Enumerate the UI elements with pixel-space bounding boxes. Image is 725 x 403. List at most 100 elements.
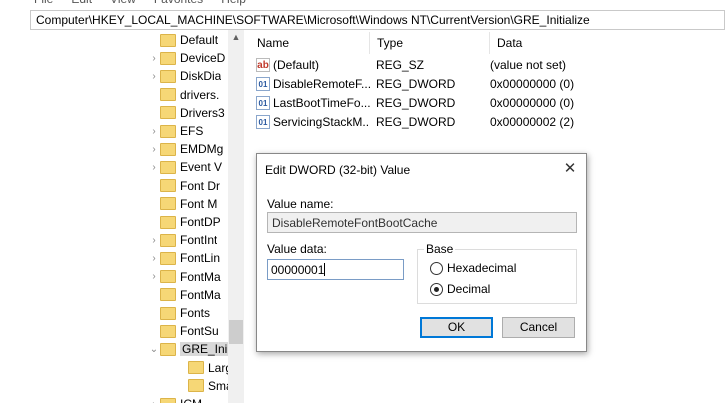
tree-item-label: Font Dr	[180, 178, 221, 193]
folder-icon	[160, 324, 176, 338]
registry-tree: Default › DeviceD › DiskDia drivers. Drivers3 ›…	[30, 30, 244, 403]
value-name-text: LastBootTimeFo...	[273, 95, 370, 110]
base-group-label: Base	[424, 242, 456, 256]
folder-icon	[160, 142, 176, 156]
folder-icon	[160, 51, 176, 65]
scroll-thumb[interactable]	[229, 320, 243, 344]
dword-value-icon: 01	[256, 114, 270, 129]
value-type-cell: REG_DWORD	[376, 76, 456, 91]
folder-icon	[160, 69, 176, 83]
value-name-text: (Default)	[273, 57, 320, 72]
column-header-type[interactable]: Type	[370, 32, 490, 54]
ok-button[interactable]: OK	[420, 317, 493, 338]
folder-icon	[160, 33, 176, 47]
column-header-name[interactable]: Name	[250, 32, 370, 54]
value-data-cell: 0x00000000 (0)	[490, 95, 575, 110]
dword-value-icon: 01	[256, 76, 270, 91]
value-name-text: ServicingStackM...	[273, 114, 370, 129]
folder-icon	[160, 215, 176, 229]
value-data-cell: 0x00000002 (2)	[490, 114, 575, 129]
address-bar[interactable]: Computer\HKEY_LOCAL_MACHINE\SOFTWARE\Mic…	[30, 10, 725, 30]
value-type-cell: REG_DWORD	[376, 95, 456, 110]
tree-item-label: FontInt	[180, 233, 218, 248]
value-data-input[interactable]: 00000001	[267, 259, 404, 280]
radio-decimal-label: Decimal	[447, 282, 491, 296]
folder-icon	[160, 233, 176, 247]
expand-chevron-icon[interactable]: ›	[148, 399, 160, 403]
radio-decimal-circle[interactable]	[430, 282, 443, 296]
value-data-cell: 0x00000000 (0)	[490, 76, 575, 91]
tree-item-label: GRE_Ini	[180, 342, 230, 357]
radio-decimal[interactable]: Decimal	[430, 282, 490, 296]
tree-item-label: EMDMg	[180, 142, 224, 157]
dword-value-icon: 01	[256, 95, 270, 110]
tree-item-label: EFS	[180, 124, 204, 138]
dialog-title: Edit DWORD (32-bit) Value	[265, 163, 411, 177]
value-name-label: Value name:	[267, 197, 334, 211]
list-item[interactable]: 01 ServicingStackM... REG_DWORD 0x00000002 …	[250, 112, 725, 131]
folder-icon	[160, 251, 176, 265]
value-type-cell: REG_SZ	[376, 57, 425, 72]
folder-icon	[160, 88, 176, 102]
expand-chevron-icon[interactable]: ⌄	[148, 344, 160, 355]
tree-item-label: FontSu	[180, 324, 219, 339]
list-header: Name Type Data	[250, 32, 725, 54]
menu-file[interactable]: File	[34, 0, 53, 8]
tree-item-label: FontMa	[180, 287, 221, 302]
folder-icon	[160, 124, 176, 138]
folder-icon	[160, 179, 176, 193]
menu-edit[interactable]: Edit	[71, 0, 92, 8]
value-type-cell: REG_DWORD	[376, 114, 456, 129]
expand-chevron-icon[interactable]: ›	[148, 235, 160, 246]
edit-dword-dialog: Edit DWORD (32-bit) Value ✕ Value name: …	[256, 153, 587, 352]
expand-chevron-icon[interactable]: ›	[148, 271, 160, 282]
value-name-cell: ab (Default)	[250, 57, 370, 72]
folder-icon	[160, 342, 176, 356]
value-name-cell: 01 ServicingStackM...	[250, 114, 370, 129]
tree-item-label: Drivers3	[180, 105, 225, 120]
folder-icon	[188, 379, 204, 393]
folder-icon	[160, 270, 176, 284]
folder-icon	[160, 106, 176, 120]
column-header-data[interactable]: Data	[490, 32, 725, 54]
value-name-cell: 01 LastBootTimeFo...	[250, 95, 370, 110]
radio-hexadecimal-circle[interactable]	[430, 261, 443, 275]
tree-item-label: Fonts	[180, 306, 211, 320]
folder-icon	[160, 306, 176, 320]
radio-hexadecimal[interactable]: Hexadecimal	[430, 261, 516, 275]
base-group: Base Hexadecimal Decimal	[417, 242, 577, 304]
text-caret	[324, 263, 326, 276]
list-item[interactable]: 01 DisableRemoteF... REG_DWORD 0x00000000 (…	[250, 74, 725, 93]
list-item[interactable]: ab (Default) REG_SZ (value not set)	[250, 55, 725, 74]
tree-item-label: DiskDia	[180, 69, 222, 84]
expand-chevron-icon[interactable]: ›	[148, 71, 160, 82]
tree-item-label: FontLin	[180, 251, 221, 266]
value-name-cell: 01 DisableRemoteF...	[250, 76, 370, 91]
menu-bar: File Edit View Favorites Help	[0, 0, 725, 8]
tree-item-label: Font M	[180, 196, 218, 211]
menu-favorites[interactable]: Favorites	[154, 0, 203, 8]
value-data-text: 00000001	[271, 263, 325, 277]
radio-hexadecimal-label: Hexadecimal	[447, 261, 517, 275]
tree-item-label: FontMa	[180, 269, 221, 284]
expand-chevron-icon[interactable]: ›	[148, 144, 160, 155]
tree-item-label: ICM	[180, 397, 202, 403]
expand-chevron-icon[interactable]: ›	[148, 253, 160, 264]
folder-icon	[160, 160, 176, 174]
scroll-up-arrow-icon[interactable]: ▲	[228, 32, 244, 42]
menu-help[interactable]: Help	[221, 0, 246, 8]
tree-item-label: Event V	[180, 160, 223, 175]
tree-item-label: DeviceD	[180, 51, 226, 66]
expand-chevron-icon[interactable]: ›	[148, 162, 160, 173]
folder-icon	[160, 397, 176, 403]
tree-item-label: Default	[180, 33, 219, 47]
menu-view[interactable]: View	[110, 0, 136, 8]
tree-item-label: FontDP	[180, 215, 221, 229]
expand-chevron-icon[interactable]: ›	[148, 126, 160, 137]
cancel-button[interactable]: Cancel	[502, 317, 575, 338]
expand-chevron-icon[interactable]: ›	[148, 53, 160, 64]
list-item[interactable]: 01 LastBootTimeFo... REG_DWORD 0x00000000 (…	[250, 93, 725, 112]
tree-scrollbar[interactable]: ▲	[228, 30, 244, 403]
folder-icon	[160, 197, 176, 211]
close-icon[interactable]: ✕	[562, 159, 578, 177]
